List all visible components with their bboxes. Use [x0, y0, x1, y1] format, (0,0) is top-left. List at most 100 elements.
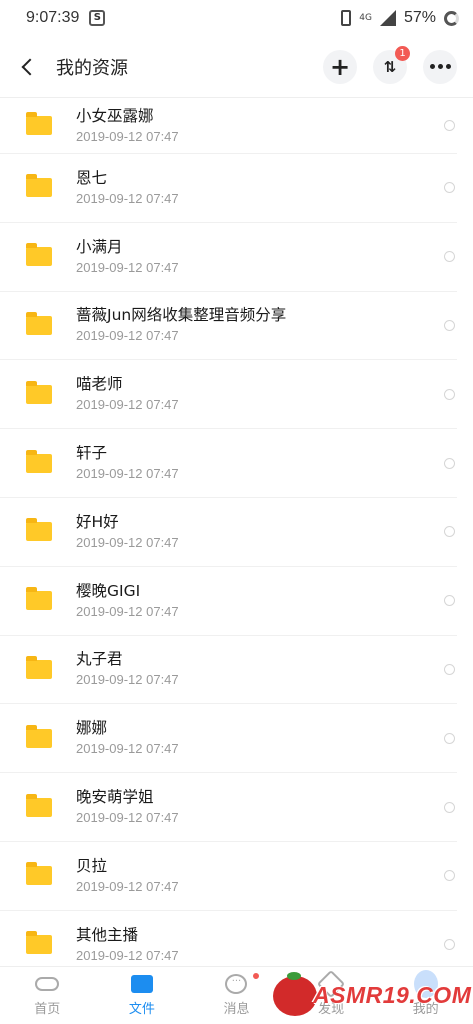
network-type: 4G: [359, 13, 372, 23]
select-radio[interactable]: [444, 457, 455, 469]
folder-icon: [26, 174, 52, 198]
folder-date: 2019-09-12 07:47: [76, 878, 179, 894]
list-item[interactable]: 蔷薇Jun网络收集整理音频分享 2019-09-12 07:47: [0, 292, 457, 361]
list-item[interactable]: 小满月 2019-09-12 07:47: [0, 223, 457, 292]
more-button[interactable]: [423, 49, 457, 84]
battery-percent: 57%: [403, 9, 436, 26]
page-title: 我的资源: [56, 57, 128, 79]
folder-icon: [26, 793, 52, 817]
folder-date: 2019-09-12 07:47: [76, 810, 179, 826]
list-item[interactable]: 娜娜 2019-09-12 07:47: [0, 704, 457, 774]
folder-date: 2019-09-12 07:47: [76, 190, 179, 206]
folder-list: 小女巫露娜 2019-09-12 07:47 恩七 2019-09-12 07:47…: [0, 98, 473, 980]
folder-name: 晚安萌学姐: [76, 788, 154, 807]
select-radio[interactable]: [444, 595, 455, 607]
folder-icon: [26, 112, 52, 135]
folder-name: 丸子君: [76, 650, 123, 669]
header-actions: + ⇅ 1: [323, 45, 473, 84]
folder-date: 2019-09-12 07:47: [76, 603, 179, 619]
folder-name: 轩子: [76, 444, 108, 463]
tab-home[interactable]: 首页: [0, 967, 95, 1024]
tab-home-label: 首页: [34, 1002, 61, 1017]
list-item[interactable]: 贝拉 2019-09-12 07:47: [0, 842, 457, 911]
select-radio[interactable]: [444, 732, 455, 744]
tomato-logo: [273, 976, 317, 1016]
chevron-left-icon: [21, 58, 39, 75]
select-radio[interactable]: [444, 526, 455, 538]
select-radio[interactable]: [444, 801, 455, 813]
signal-icon: [379, 10, 396, 26]
chat-icon: ···: [225, 974, 248, 994]
cloud-icon: [35, 977, 60, 991]
select-radio[interactable]: [444, 182, 455, 194]
tab-files-label: 文件: [128, 1002, 155, 1017]
more-icon: [429, 64, 451, 69]
select-radio[interactable]: [444, 663, 455, 675]
battery-icon: [444, 10, 459, 26]
folder-icon: [26, 311, 52, 335]
folder-icon: [26, 449, 52, 473]
select-radio[interactable]: [444, 319, 455, 331]
select-radio[interactable]: [444, 870, 455, 882]
status-bar: 9:07:39 S 4G 57%: [0, 0, 473, 36]
folder-name: 樱晚GIGI: [76, 581, 141, 600]
plus-icon: +: [329, 52, 351, 81]
folder-date: 2019-09-12 07:47: [76, 672, 179, 688]
list-item[interactable]: 丸子君 2019-09-12 07:47: [0, 636, 457, 705]
folder-icon: [26, 724, 52, 748]
page-header: 我的资源 + ⇅ 1: [0, 36, 473, 98]
folder-icon: [130, 975, 153, 993]
folder-date: 2019-09-12 07:47: [76, 741, 179, 757]
status-time: 9:07:39: [26, 9, 80, 26]
folder-date: 2019-09-12 07:47: [76, 328, 179, 344]
folder-date: 2019-09-12 07:47: [76, 947, 179, 963]
folder-icon: [26, 587, 52, 611]
folder-date: 2019-09-12 07:47: [76, 128, 179, 144]
list-item[interactable]: 好H好 2019-09-12 07:47: [0, 498, 457, 567]
folder-name: 贝拉: [76, 856, 108, 875]
select-radio[interactable]: [444, 388, 455, 400]
watermark: ASMR19.COM: [273, 972, 472, 1022]
list-item[interactable]: 晚安萌学姐 2019-09-12 07:47: [0, 773, 457, 842]
vibrate-icon: [341, 10, 352, 26]
folder-date: 2019-09-12 07:47: [76, 466, 179, 482]
list-item[interactable]: 樱晚GIGI 2019-09-12 07:47: [0, 567, 457, 636]
select-radio[interactable]: [444, 120, 455, 131]
folder-name: 小满月: [76, 237, 123, 256]
folder-icon: [26, 518, 52, 542]
folder-name: 蔷薇Jun网络收集整理音频分享: [76, 306, 287, 325]
transfer-icon: ⇅: [383, 57, 397, 76]
folder-icon: [26, 380, 52, 404]
unread-dot: [253, 973, 260, 979]
tab-files[interactable]: 文件: [95, 967, 190, 1024]
folder-name: 喵老师: [76, 375, 123, 394]
folder-name: 其他主播: [76, 925, 139, 944]
folder-date: 2019-09-12 07:47: [76, 397, 179, 413]
status-right: 4G 57%: [341, 9, 459, 27]
folder-date: 2019-09-12 07:47: [76, 534, 179, 550]
app-notification-icon: S: [89, 10, 106, 26]
select-radio[interactable]: [444, 939, 455, 951]
list-item[interactable]: 恩七 2019-09-12 07:47: [0, 154, 457, 223]
folder-icon: [26, 862, 52, 886]
folder-name: 恩七: [76, 168, 108, 187]
tab-messages[interactable]: ··· 消息: [189, 967, 284, 1024]
watermark-text: ASMR19.COM: [313, 982, 472, 1008]
list-item[interactable]: 喵老师 2019-09-12 07:47: [0, 360, 457, 430]
folder-date: 2019-09-12 07:47: [76, 259, 179, 275]
folder-icon: [26, 243, 52, 267]
back-button[interactable]: [0, 36, 56, 98]
folder-icon: [26, 931, 52, 955]
folder-name: 小女巫露娜: [76, 106, 154, 125]
transfer-badge: 1: [395, 45, 410, 61]
folder-name: 好H好: [76, 512, 119, 531]
tab-messages-label: 消息: [223, 1002, 250, 1017]
folder-icon: [26, 655, 52, 679]
list-item[interactable]: 轩子 2019-09-12 07:47: [0, 429, 457, 498]
leaf-icon: [287, 972, 301, 980]
add-button[interactable]: +: [323, 49, 357, 84]
select-radio[interactable]: [444, 251, 455, 263]
list-item[interactable]: 小女巫露娜 2019-09-12 07:47: [0, 98, 457, 154]
folder-name: 娜娜: [76, 719, 108, 738]
transfer-button[interactable]: ⇅ 1: [373, 45, 410, 84]
